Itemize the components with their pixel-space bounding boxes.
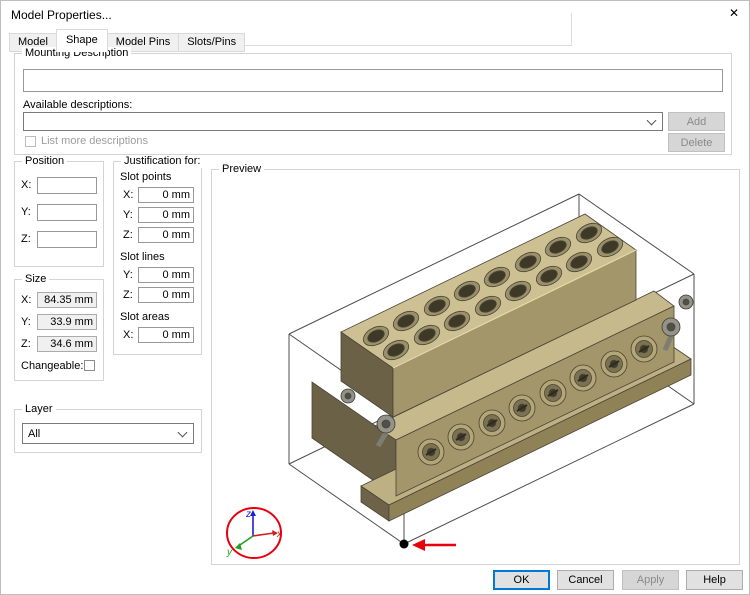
available-descriptions-combobox[interactable] <box>23 112 663 131</box>
justification-group-label: Justification for: <box>121 155 204 168</box>
position-group: Position X: Y: Z: <box>14 155 104 267</box>
position-x-label: X: <box>21 179 32 191</box>
close-icon[interactable]: ✕ <box>723 5 745 21</box>
preview-3d-model[interactable]: z x y <box>216 184 735 560</box>
slot-lines-y-label: Y: <box>123 269 133 281</box>
slot-points-x-input[interactable] <box>138 187 194 203</box>
available-descriptions-label: Available descriptions: <box>23 99 133 111</box>
tab-slots-pins[interactable]: Slots/Pins <box>178 33 246 52</box>
model-properties-dialog: Model Properties... ✕ Model Shape Model … <box>0 0 750 595</box>
slot-areas-label: Slot areas <box>120 311 170 323</box>
slot-points-y-label: Y: <box>123 209 133 221</box>
changeable-label: Changeable: <box>21 360 84 372</box>
layer-group-label: Layer <box>22 403 56 416</box>
tab-shape[interactable]: Shape <box>55 29 108 52</box>
mounting-description-group: Mounting Description Available descripti… <box>14 47 732 155</box>
size-group-label: Size <box>22 273 50 286</box>
layer-combobox[interactable]: All <box>22 423 194 444</box>
origin-dot <box>399 539 409 549</box>
chevron-down-icon <box>646 115 657 125</box>
connector-model <box>311 213 694 522</box>
position-x-input[interactable] <box>37 177 97 194</box>
slot-points-z-input[interactable] <box>138 227 194 243</box>
preview-group: Preview z x y <box>211 163 740 565</box>
slot-points-z-label: Z: <box>123 229 133 241</box>
preview-group-label: Preview <box>219 163 265 176</box>
slot-points-x-label: X: <box>123 189 134 201</box>
layer-group: Layer All <box>14 403 202 453</box>
size-x-label: X: <box>21 294 32 306</box>
layer-value: All <box>28 427 41 440</box>
size-z-input <box>37 336 97 352</box>
slot-lines-z-input[interactable] <box>138 287 194 303</box>
position-z-input[interactable] <box>37 231 97 248</box>
slot-lines-z-label: Z: <box>123 289 133 301</box>
position-y-input[interactable] <box>37 204 97 221</box>
justification-group: Justification for: Slot points X: Y: Z: … <box>113 155 204 355</box>
annotation-arrow <box>412 539 456 551</box>
slot-lines-y-input[interactable] <box>138 267 194 283</box>
size-group: Size X: Y: Z: Changeable: <box>14 273 104 381</box>
cancel-button[interactable]: Cancel <box>557 570 614 590</box>
slot-points-label: Slot points <box>120 171 172 183</box>
add-button[interactable]: Add <box>668 112 725 131</box>
list-more-descriptions-checkbox[interactable] <box>25 136 36 147</box>
delete-button[interactable]: Delete <box>668 133 725 152</box>
axis-z-label: z <box>245 509 251 520</box>
apply-button[interactable]: Apply <box>622 570 679 590</box>
slot-points-y-input[interactable] <box>138 207 194 223</box>
mounting-description-input[interactable] <box>23 69 723 92</box>
window-title: Model Properties... <box>11 8 112 22</box>
changeable-checkbox[interactable] <box>84 360 95 371</box>
chevron-down-icon <box>177 427 188 437</box>
size-x-input <box>37 292 97 308</box>
size-y-label: Y: <box>21 316 31 328</box>
list-more-descriptions-label: List more descriptions <box>41 135 148 147</box>
position-z-label: Z: <box>21 233 31 245</box>
position-y-label: Y: <box>21 206 31 218</box>
size-y-input <box>37 314 97 330</box>
slot-areas-x-label: X: <box>123 329 134 341</box>
ok-button[interactable]: OK <box>493 570 550 590</box>
slot-lines-label: Slot lines <box>120 251 165 263</box>
size-z-label: Z: <box>21 338 31 350</box>
help-button[interactable]: Help <box>686 570 743 590</box>
divider-line <box>571 13 572 46</box>
slot-areas-x-input[interactable] <box>138 327 194 343</box>
position-group-label: Position <box>22 155 68 168</box>
